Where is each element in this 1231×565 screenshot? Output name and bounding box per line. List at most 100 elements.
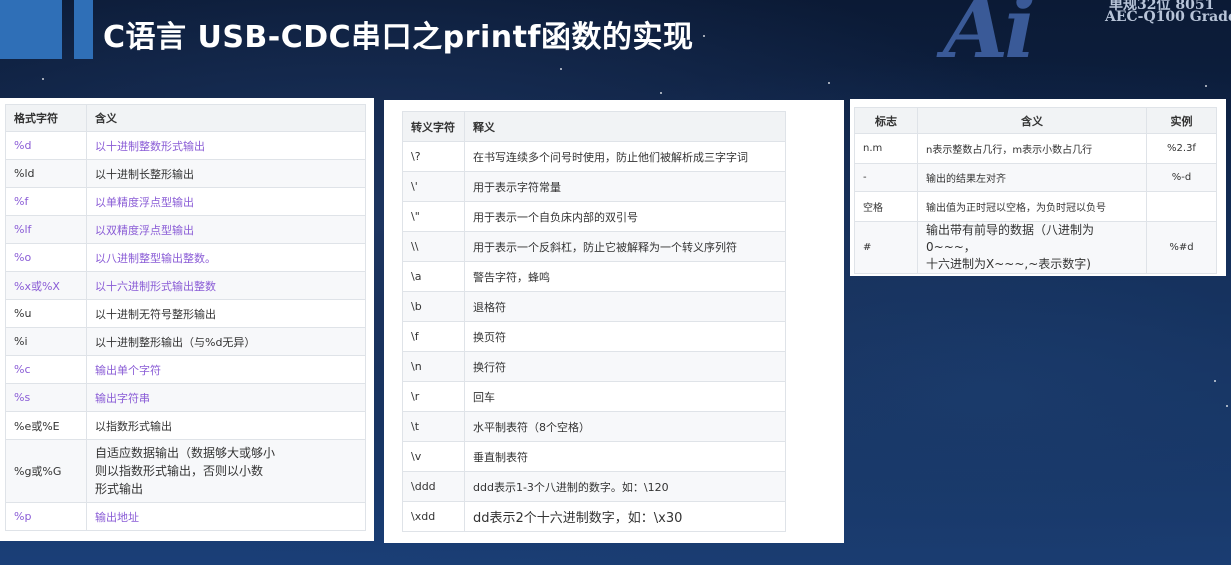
escape-meaning: 用于表示字符常量 [464, 171, 786, 202]
format-meaning-line: 形式输出 [95, 482, 144, 496]
format-meaning-line: 则以指数形式输出，否则以小数 [95, 464, 264, 478]
table-row: %c 输出单个字符 [5, 355, 366, 384]
flag-symbol: 空格 [854, 191, 918, 222]
table-row: \n 换行符 [402, 351, 786, 382]
escape-meaning: 回车 [464, 381, 786, 412]
format-table: 格式字符 含义 %d 以十进制整数形式输出 %ld 以十进制长整形输出 %f 以单精度浮点… [5, 104, 366, 531]
flag-meaning: n表示整数占几行，m表示小数占几行 [917, 133, 1147, 164]
table-row: %ld 以十进制长整形输出 [5, 159, 366, 188]
table-row: # 输出带有前导的数据（八进制为0~~~， 十六进制为X~~~,~表示数字) %#d [854, 221, 1217, 274]
format-meaning: 自适应数据输出（数据够大或够小 则以指数形式输出，否则以小数 形式输出 [86, 439, 366, 503]
escape-meaning: ddd表示1-3个八进制的数字。如：\120 [464, 471, 786, 502]
format-meaning: 以十进制整形输出（与%d无异） [86, 327, 366, 356]
star [703, 35, 705, 37]
table-row: n.m n表示整数占几行，m表示小数占几行 %2.3f [854, 133, 1217, 164]
flag-table: 标志 含义 实例 n.m n表示整数占几行，m表示小数占几行 %2.3f - 输出的结果… [854, 107, 1217, 274]
table-row: %f 以单精度浮点型输出 [5, 187, 366, 216]
escape-code: \f [402, 321, 465, 352]
format-meaning: 以十六进制形式输出整数 [86, 271, 366, 300]
format-meaning: 输出单个字符 [86, 355, 366, 384]
format-meaning: 以指数形式输出 [86, 411, 366, 440]
title-accent-block [0, 0, 62, 59]
table-header-row: 标志 含义 实例 [854, 107, 1217, 134]
table-row: %d 以十进制整数形式输出 [5, 131, 366, 160]
table-row: \xdd dd表示2个十六进制数字，如：\x30 [402, 501, 786, 532]
escape-table-body: \? 在书写连续多个问号时使用，防止他们被解析成三字字词 \' 用于表示字符常量 \" 用… [402, 141, 786, 532]
escape-code: \? [402, 141, 465, 172]
table-row: %p 输出地址 [5, 502, 366, 531]
header-escape-char: 转义字符 [402, 111, 465, 142]
format-code: %ld [5, 159, 87, 188]
table-row: %i 以十进制整形输出（与%d无异） [5, 327, 366, 356]
star [1226, 405, 1228, 407]
format-meaning: 以十进制长整形输出 [86, 159, 366, 188]
star [42, 78, 44, 80]
escape-code: \a [402, 261, 465, 292]
header-description: 释义 [464, 111, 786, 142]
header-flag: 标志 [854, 107, 918, 134]
escape-code: \" [402, 201, 465, 232]
format-table-body: %d 以十进制整数形式输出 %ld 以十进制长整形输出 %f 以单精度浮点型输出 %lf 以双… [5, 131, 366, 531]
flag-meaning: 输出的结果左对齐 [917, 163, 1147, 192]
table-row: %s 输出字符串 [5, 383, 366, 412]
format-code: %f [5, 187, 87, 216]
header-example: 实例 [1146, 107, 1217, 134]
escape-code: \xdd [402, 501, 465, 532]
escape-code: \b [402, 291, 465, 322]
star [828, 82, 830, 84]
flag-meaning: 输出带有前导的数据（八进制为0~~~， 十六进制为X~~~,~表示数字) [917, 221, 1147, 274]
flag-meaning-line: 十六进制为X~~~,~表示数字) [926, 257, 1091, 271]
escape-meaning: 用于表示一个自负床内部的双引号 [464, 201, 786, 232]
format-meaning: 输出字符串 [86, 383, 366, 412]
table-row: %g或%G 自适应数据输出（数据够大或够小 则以指数形式输出，否则以小数 形式输出 [5, 439, 366, 503]
star [1205, 85, 1207, 87]
table-row: \\ 用于表示一个反斜杠，防止它被解释为一个转义序列符 [402, 231, 786, 262]
flag-example: %#d [1146, 221, 1217, 274]
format-meaning: 以单精度浮点型输出 [86, 187, 366, 216]
title-accent-bar [74, 0, 93, 59]
flag-symbol: n.m [854, 133, 918, 164]
escape-meaning: 水平制表符（8个空格） [464, 411, 786, 442]
flag-meaning-line: 输出带有前导的数据（八进制为0~~~， [926, 223, 1095, 254]
table-row: - 输出的结果左对齐 %-d [854, 163, 1217, 192]
table-header-row: 格式字符 含义 [5, 104, 366, 132]
escape-meaning: 用于表示一个反斜杠，防止它被解释为一个转义序列符 [464, 231, 786, 262]
table-row: \ddd ddd表示1-3个八进制的数字。如：\120 [402, 471, 786, 502]
format-code: %u [5, 299, 87, 328]
format-meaning-line: 自适应数据输出（数据够大或够小 [95, 446, 276, 460]
table-row: %o 以八进制整型输出整数。 [5, 243, 366, 272]
flag-table-panel: 标志 含义 实例 n.m n表示整数占几行，m表示小数占几行 %2.3f - 输出的结果… [850, 99, 1226, 276]
format-code: %i [5, 327, 87, 356]
format-code: %x或%X [5, 271, 87, 300]
brand-logo: Ai 单规32位 8051 AEC-Q100 Grade1 [935, 0, 1231, 72]
star [660, 92, 662, 94]
escape-meaning: 垂直制表符 [464, 441, 786, 472]
escape-table: 转义字符 释义 \? 在书写连续多个问号时使用，防止他们被解析成三字字词 \' 用于表… [402, 111, 786, 532]
table-row: %lf 以双精度浮点型输出 [5, 215, 366, 244]
flag-symbol: # [854, 221, 918, 274]
escape-meaning: 换行符 [464, 351, 786, 382]
escape-meaning: 警告字符，蜂鸣 [464, 261, 786, 292]
flag-meaning: 输出值为正时冠以空格，为负时冠以负号 [917, 191, 1147, 222]
flag-example [1146, 191, 1217, 222]
format-code: %d [5, 131, 87, 160]
star [1214, 380, 1216, 382]
table-row: \t 水平制表符（8个空格） [402, 411, 786, 442]
escape-meaning: 退格符 [464, 291, 786, 322]
flag-table-body: n.m n表示整数占几行，m表示小数占几行 %2.3f - 输出的结果左对齐 %-d 空格输… [854, 133, 1217, 274]
format-meaning: 输出地址 [86, 502, 366, 531]
table-row: %e或%E 以指数形式输出 [5, 411, 366, 440]
header-format-char: 格式字符 [5, 104, 87, 132]
escape-meaning: 在书写连续多个问号时使用，防止他们被解析成三字字词 [464, 141, 786, 172]
flag-example: %2.3f [1146, 133, 1217, 164]
table-row: \" 用于表示一个自负床内部的双引号 [402, 201, 786, 232]
format-meaning: 以十进制整数形式输出 [86, 131, 366, 160]
format-code: %o [5, 243, 87, 272]
escape-meaning: dd表示2个十六进制数字，如：\x30 [464, 501, 786, 532]
table-row: \r 回车 [402, 381, 786, 412]
star [560, 68, 562, 70]
table-row: 空格 输出值为正时冠以空格，为负时冠以负号 [854, 191, 1217, 222]
format-meaning: 以双精度浮点型输出 [86, 215, 366, 244]
format-meaning: 以八进制整型输出整数。 [86, 243, 366, 272]
escape-table-panel: 转义字符 释义 \? 在书写连续多个问号时使用，防止他们被解析成三字字词 \' 用于表… [384, 100, 844, 543]
